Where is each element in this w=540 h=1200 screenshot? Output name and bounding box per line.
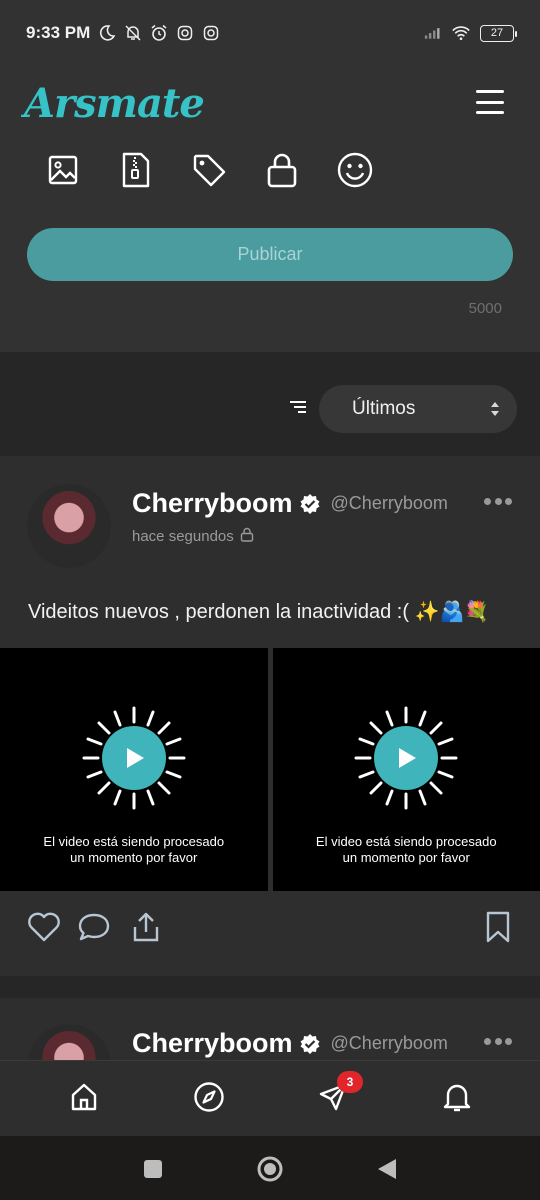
author-handle[interactable]: @Cherryboom <box>331 1033 448 1054</box>
alarm-icon <box>150 24 168 42</box>
feed-filter-bar: Últimos <box>0 352 540 456</box>
post-author: Cherryboom @Cherryboom <box>132 1028 448 1059</box>
muted-bell-icon <box>124 24 142 42</box>
post-author: Cherryboom @Cherryboom <box>132 488 448 519</box>
recents-square-icon[interactable] <box>139 1155 167 1183</box>
video-processing-tile[interactable]: El video está siendo procesado un moment… <box>0 648 268 891</box>
play-processing-icon <box>354 706 458 810</box>
post-composer: Publicar 5000 <box>0 146 540 352</box>
moon-icon <box>98 24 116 42</box>
smiley-icon[interactable] <box>336 150 373 190</box>
sort-select-value: Últimos <box>352 398 416 419</box>
zip-file-icon[interactable] <box>117 150 154 190</box>
image-icon[interactable] <box>44 150 81 190</box>
signal-icon <box>424 24 442 42</box>
avatar[interactable] <box>27 1024 111 1060</box>
bell-icon[interactable] <box>439 1079 475 1115</box>
share-icon[interactable] <box>129 910 163 944</box>
lock-icon[interactable] <box>263 150 300 190</box>
app-header: Arsmate <box>0 66 540 146</box>
bottom-navigation: 3 <box>0 1060 540 1136</box>
system-navigation-bar <box>0 1136 540 1200</box>
post-card: Cherryboom @Cherryboom hace segundos Vid… <box>0 458 540 976</box>
post-actions <box>27 910 515 946</box>
author-name[interactable]: Cherryboom <box>132 488 293 519</box>
more-options-icon[interactable] <box>484 1038 512 1046</box>
app-screen: 9:33 PM 27 Arsmate Publicar 5000 Últimos… <box>0 0 540 1200</box>
lock-icon <box>240 527 254 546</box>
sort-lines-icon[interactable] <box>289 400 307 414</box>
send-icon[interactable]: 3 <box>315 1071 363 1115</box>
status-bar: 9:33 PM 27 <box>0 0 540 66</box>
play-processing-icon <box>82 706 186 810</box>
video-processing-message: El video está siendo procesado un moment… <box>315 834 497 865</box>
publish-button[interactable]: Publicar <box>27 228 513 281</box>
chevron-updown-icon <box>490 401 500 417</box>
compass-icon[interactable] <box>191 1079 227 1115</box>
messages-badge: 3 <box>337 1071 363 1093</box>
tag-icon[interactable] <box>190 150 227 190</box>
post-text: Videitos nuevos , perdonen la inactivida… <box>28 601 490 623</box>
sort-select[interactable]: Últimos <box>319 385 517 433</box>
instagram-icon <box>176 24 194 42</box>
back-triangle-icon[interactable] <box>373 1155 401 1183</box>
menu-button[interactable] <box>476 90 504 114</box>
status-time: 9:33 PM <box>26 23 91 42</box>
post-separator <box>0 976 540 998</box>
arsmate-logo[interactable]: Arsmate <box>24 80 205 127</box>
battery-indicator: 27 <box>480 24 517 42</box>
post-card: Cherryboom @Cherryboom <box>0 998 540 1060</box>
author-handle[interactable]: @Cherryboom <box>331 493 448 514</box>
post-media: El video está siendo procesado un moment… <box>0 648 540 891</box>
wifi-icon <box>452 24 470 42</box>
post-time: hace segundos <box>132 528 234 545</box>
composer-tools <box>44 150 373 190</box>
home-icon[interactable] <box>66 1079 102 1115</box>
instagram-icon <box>202 24 220 42</box>
verified-badge-icon <box>299 1033 321 1055</box>
char-counter: 5000 <box>468 300 502 317</box>
video-processing-tile[interactable]: El video está siendo procesado un moment… <box>272 648 540 891</box>
avatar[interactable] <box>27 484 111 568</box>
bookmark-icon[interactable] <box>481 910 515 944</box>
heart-icon[interactable] <box>27 910 61 944</box>
hamburger-icon <box>476 90 504 93</box>
home-circle-icon[interactable] <box>256 1155 284 1183</box>
comment-icon[interactable] <box>77 910 111 944</box>
post-meta: hace segundos <box>132 527 254 546</box>
verified-badge-icon <box>299 493 321 515</box>
author-name[interactable]: Cherryboom <box>132 1028 293 1059</box>
video-processing-message: El video está siendo procesado un moment… <box>43 834 225 865</box>
more-options-icon[interactable] <box>484 498 512 506</box>
